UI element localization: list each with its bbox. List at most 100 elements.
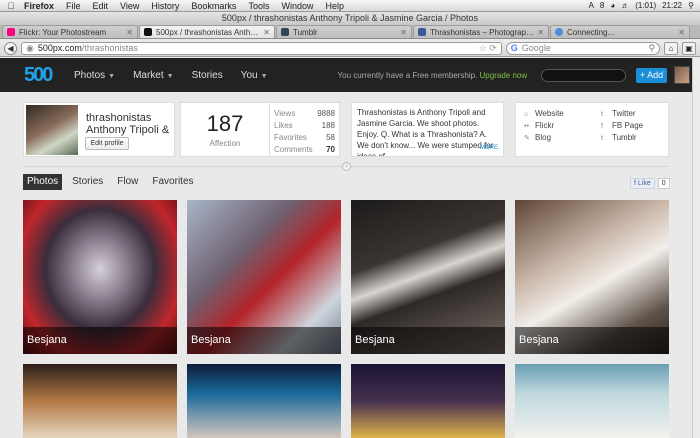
menu-window[interactable]: Window	[275, 1, 319, 11]
profile-tabs: Photos Stories Flow Favorites	[23, 174, 198, 190]
stat-favorites: Favorites 58	[274, 132, 335, 144]
stat-label: Favorites	[274, 133, 307, 142]
tab-photos[interactable]: Photos	[23, 174, 63, 190]
link-blog[interactable]: ✎ Blog	[524, 132, 564, 144]
notification-count[interactable]: 8	[600, 1, 604, 10]
close-icon[interactable]: ✕	[678, 28, 685, 37]
url-bar[interactable]: ◉ 500px.com /thrashonistas ☆ ⟳	[20, 41, 502, 55]
stat-value: 58	[326, 133, 335, 142]
photo-tile[interactable]	[187, 364, 341, 438]
membership-notice: You currently have a Free membership. Up…	[338, 71, 528, 80]
link-flickr[interactable]: •• Flickr	[524, 120, 564, 132]
house-icon: ⌂	[524, 111, 529, 118]
photo-tile[interactable]: Besjana	[515, 200, 669, 354]
edit-profile-button[interactable]: Edit profile	[85, 137, 129, 150]
500px-favicon-icon	[144, 28, 152, 36]
menu-history[interactable]: History	[145, 1, 185, 11]
stat-label: Comments	[274, 145, 313, 154]
affection-value: 187	[206, 111, 244, 136]
links-right: t Twitter f FB Page t Tumblr	[601, 108, 643, 144]
link-twitter[interactable]: t Twitter	[601, 108, 643, 120]
search-bar[interactable]: G Google ⚲	[505, 41, 661, 55]
stat-value: 188	[321, 121, 335, 130]
photo-tile[interactable]: Besjana	[23, 200, 177, 354]
menu-file[interactable]: File	[60, 1, 87, 11]
adobe-status-icon[interactable]: A	[589, 1, 594, 10]
bookmarks-icon[interactable]: ▣	[682, 41, 696, 55]
links-left: ⌂ Website •• Flickr ✎ Blog	[524, 108, 564, 144]
upgrade-link[interactable]: Upgrade now	[480, 71, 528, 80]
menu-view[interactable]: View	[114, 1, 145, 11]
tab-facebook[interactable]: Thrashonistas – Photography ✕	[413, 25, 549, 38]
collapse-toggle-icon[interactable]: ↓	[342, 162, 351, 171]
add-button[interactable]: + Add	[636, 67, 667, 83]
bio-text: Thrashonistas is Anthony Tripoli and Jas…	[357, 108, 494, 157]
page-scrollbar[interactable]	[692, 58, 700, 438]
close-icon[interactable]: ✕	[126, 28, 133, 37]
stats-card: Views 9888 Likes 188 Favorites 58 Comments 7…	[270, 102, 340, 157]
menu-tools[interactable]: Tools	[242, 1, 275, 11]
search-icon[interactable]: ⚲	[649, 43, 656, 54]
500px-logo[interactable]: 500	[24, 63, 58, 87]
fb-like-button[interactable]: f Like	[630, 178, 655, 189]
link-label: Blog	[535, 133, 552, 142]
site-search-input[interactable]	[541, 68, 627, 82]
volume-icon[interactable]: ♬	[621, 1, 629, 10]
menubar-status: A 8 ◕ ♬ (1:01) 21:22 ⚲	[589, 1, 700, 10]
home-icon[interactable]: ⌂	[664, 41, 679, 55]
loading-icon	[555, 28, 563, 36]
tumblr-favicon-icon	[281, 28, 289, 36]
chevron-down-icon: ▼	[108, 72, 116, 80]
link-tumblr[interactable]: t Tumblr	[601, 132, 643, 144]
tab-label: Thrashonistas – Photography	[430, 27, 535, 37]
facebook-favicon-icon	[418, 28, 426, 36]
nav-photos[interactable]: Photos ▼	[74, 70, 115, 81]
wifi-icon[interactable]: ◕	[610, 1, 615, 10]
browser-tabs: Flickr: Your Photostream ✕ 500px / thras…	[0, 25, 700, 39]
battery-status[interactable]: (1:01)	[635, 1, 656, 10]
back-button[interactable]: ◀	[4, 41, 17, 55]
spotlight-icon[interactable]: ⚲	[688, 1, 694, 10]
user-avatar[interactable]	[673, 66, 691, 84]
apple-icon[interactable]: 	[4, 1, 18, 11]
fb-like-count: 0	[657, 178, 670, 189]
close-icon[interactable]: ✕	[263, 28, 270, 37]
nav-you[interactable]: You ▼	[241, 70, 268, 81]
stat-views: Views 9888	[274, 108, 335, 120]
photo-tile[interactable]	[23, 364, 177, 438]
photo-tile[interactable]: Besjana	[351, 200, 505, 354]
profile-name-card: thrashonistas Anthony Tripoli & Edit pro…	[23, 102, 175, 157]
tab-stories[interactable]: Stories	[68, 174, 107, 190]
menu-firefox[interactable]: Firefox	[18, 1, 60, 11]
photo-tile[interactable]	[515, 364, 669, 438]
menu-bookmarks[interactable]: Bookmarks	[185, 1, 242, 11]
nav-label: Market	[133, 69, 164, 81]
photo-caption: Besjana	[351, 327, 505, 354]
bookmark-star-icon[interactable]: ☆ ⟳	[479, 43, 497, 54]
tab-flow[interactable]: Flow	[113, 174, 142, 190]
close-icon[interactable]: ✕	[537, 28, 544, 37]
tab-label: Flickr: Your Photostream	[19, 27, 107, 37]
tab-flickr[interactable]: Flickr: Your Photostream ✕	[2, 25, 138, 38]
menu-help[interactable]: Help	[319, 1, 350, 11]
nav-label: You	[240, 69, 258, 81]
link-fb-page[interactable]: f FB Page	[601, 120, 643, 132]
photo-tile[interactable]: Besjana	[187, 200, 341, 354]
tab-500px[interactable]: 500px / thrashonistas Anthony ... ✕	[139, 25, 275, 38]
nav-stories[interactable]: Stories	[192, 70, 223, 81]
bio-more-link[interactable]: MORE	[480, 143, 498, 154]
tab-label: Connecting...	[567, 27, 615, 37]
tab-favorites[interactable]: Favorites	[148, 174, 197, 190]
bio-card: Thrashonistas is Anthony Tripoli and Jas…	[351, 102, 504, 157]
profile-header: thrashonistas Anthony Tripoli & Edit pro…	[23, 102, 669, 157]
tab-connecting[interactable]: Connecting... ✕	[550, 25, 690, 38]
browser-navbar: ◀ ◉ 500px.com /thrashonistas ☆ ⟳ G Googl…	[0, 40, 700, 57]
nav-market[interactable]: Market ▼	[133, 70, 174, 81]
tab-tumblr[interactable]: Tumblr ✕	[276, 25, 412, 38]
clock[interactable]: 21:22	[662, 1, 682, 10]
menu-edit[interactable]: Edit	[87, 1, 115, 11]
close-icon[interactable]: ✕	[400, 28, 407, 37]
photo-tile[interactable]	[351, 364, 505, 438]
profile-avatar[interactable]	[26, 105, 78, 155]
link-website[interactable]: ⌂ Website	[524, 108, 564, 120]
